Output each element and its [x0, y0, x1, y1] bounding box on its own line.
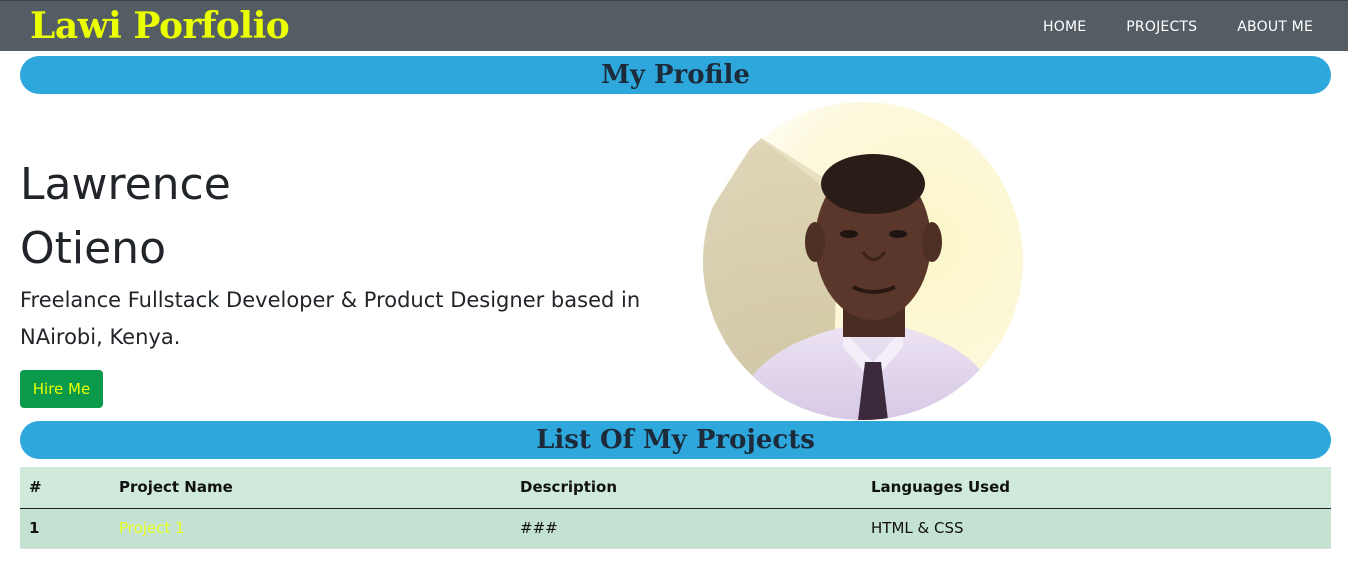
column-header-description: Description	[511, 467, 862, 509]
profile-tagline: Freelance Fullstack Developer & Product …	[20, 282, 700, 356]
projects-section-header: List Of My Projects	[20, 421, 1331, 459]
profile-avatar-photo	[703, 102, 1023, 420]
table-row: 1 Project 1 ### HTML & CSS	[20, 508, 1331, 549]
table-header-row: # Project Name Description Languages Use…	[20, 467, 1331, 509]
column-header-languages: Languages Used	[862, 467, 1331, 509]
profile-name-last: Otieno	[20, 223, 166, 274]
profile-name-first: Lawrence	[20, 159, 231, 210]
projects-table: # Project Name Description Languages Use…	[20, 467, 1331, 549]
projects-section-title: List Of My Projects	[536, 425, 815, 455]
nav-links: HOME PROJECTS ABOUT ME	[1003, 1, 1313, 52]
nav-link-about-me[interactable]: ABOUT ME	[1237, 19, 1313, 35]
tagline-line-1: Freelance Fullstack Developer & Product …	[20, 288, 641, 312]
hire-me-button[interactable]: Hire Me	[20, 370, 103, 408]
row-description: ###	[511, 508, 862, 549]
column-header-number: #	[20, 467, 110, 509]
brand-logo-text[interactable]: Lawi Porfolio	[30, 3, 290, 49]
project-link[interactable]: Project 1	[119, 519, 185, 537]
nav-link-projects[interactable]: PROJECTS	[1126, 19, 1197, 35]
profile-name: Lawrence Otieno	[20, 153, 231, 281]
tagline-line-2: NAirobi, Kenya.	[20, 325, 181, 349]
nav-link-home[interactable]: HOME	[1043, 19, 1086, 35]
row-languages: HTML & CSS	[862, 508, 1331, 549]
row-project-name-cell: Project 1	[110, 508, 511, 549]
profile-section-title: My Profile	[601, 60, 750, 90]
projects-table-container: # Project Name Description Languages Use…	[20, 467, 1331, 549]
column-header-project-name: Project Name	[110, 467, 511, 509]
top-navbar: Lawi Porfolio HOME PROJECTS ABOUT ME	[0, 0, 1348, 51]
row-number: 1	[20, 508, 110, 549]
profile-section-header: My Profile	[20, 56, 1331, 94]
